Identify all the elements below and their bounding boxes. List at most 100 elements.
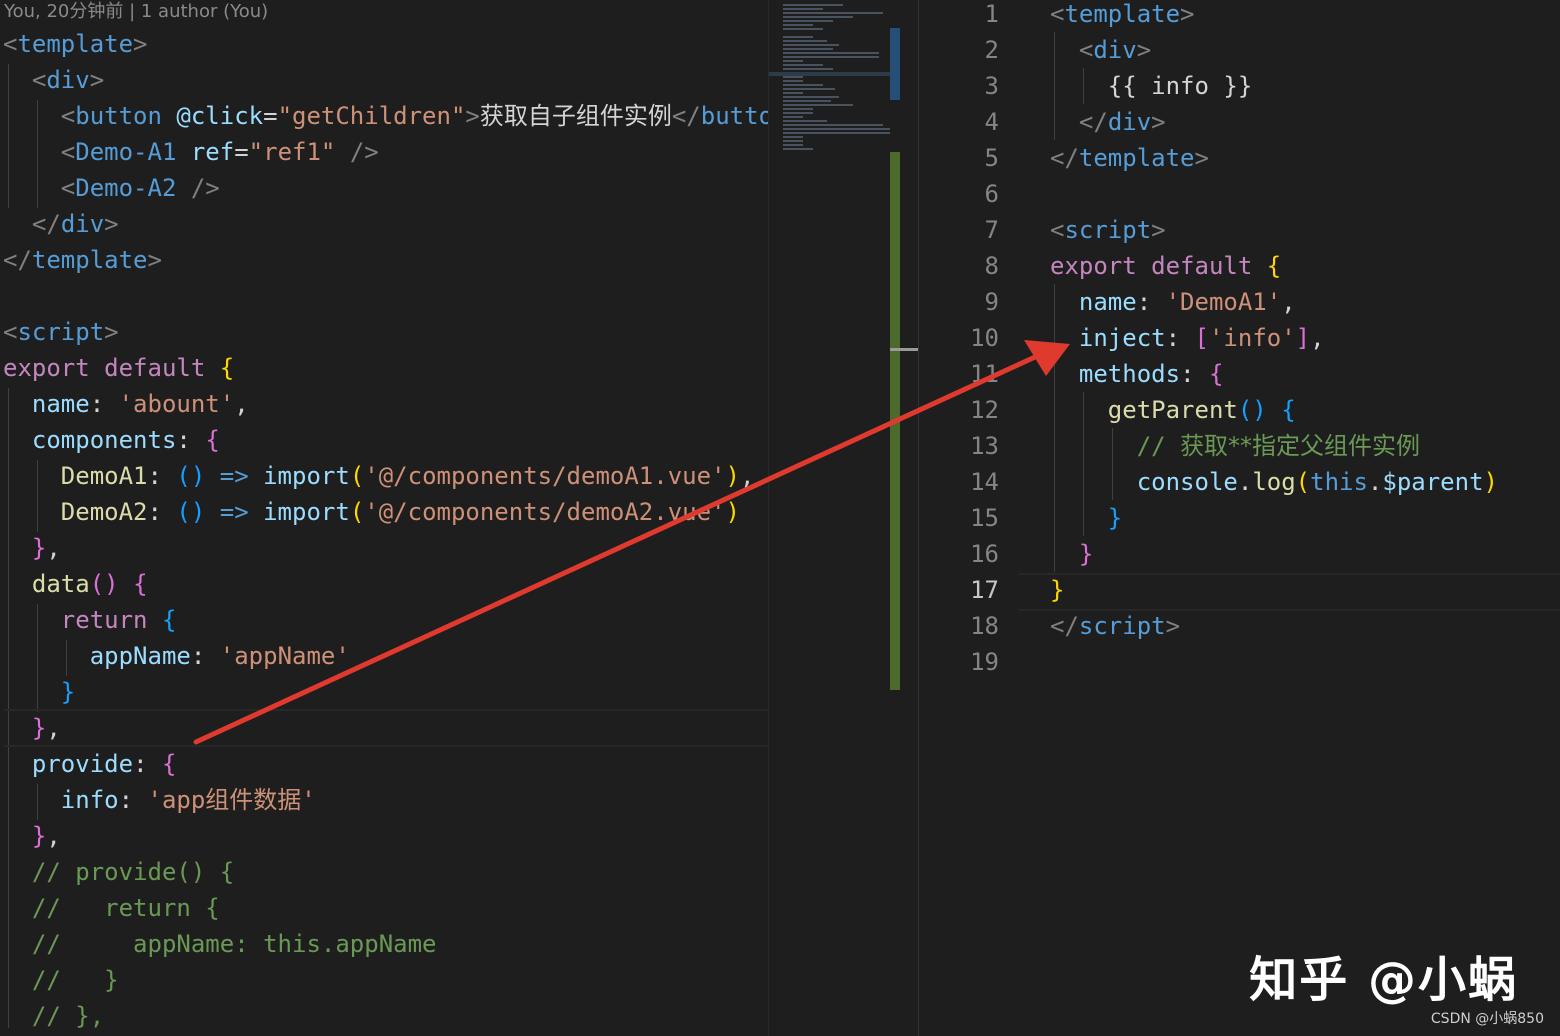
code-line[interactable]: <div> — [1050, 32, 1151, 68]
code-line[interactable]: info: 'app组件数据' — [3, 782, 316, 818]
minimap-line — [783, 28, 823, 30]
code-line[interactable]: }, — [3, 818, 61, 854]
code-token: { — [161, 606, 177, 634]
code-line[interactable]: <div> — [3, 62, 104, 98]
code-line[interactable]: name: 'DemoA1', — [1050, 284, 1296, 320]
code-line[interactable]: getParent() { — [1050, 392, 1296, 428]
code-line[interactable]: <button @click="getChildren">获取自子组件实例</b… — [3, 98, 768, 134]
code-line[interactable]: } — [1050, 572, 1064, 608]
code-line[interactable]: } — [3, 674, 75, 710]
code-line[interactable]: {{ info }} — [1050, 68, 1253, 104]
code-line[interactable]: <Demo-A1 ref="ref1" /> — [3, 134, 379, 170]
minimap-line — [783, 136, 803, 138]
code-line[interactable]: provide: { — [3, 746, 177, 782]
code-line[interactable]: } — [1050, 536, 1093, 572]
code-token: < — [60, 102, 76, 130]
minimap[interactable] — [768, 0, 891, 1036]
change-marker-added — [890, 152, 900, 690]
code-token: < — [1078, 36, 1094, 64]
code-line[interactable]: </script> — [1050, 608, 1180, 644]
code-line[interactable]: // }, — [3, 998, 104, 1034]
code-line[interactable]: // return { — [3, 890, 220, 926]
code-line[interactable]: }, — [3, 530, 61, 566]
minimap-line — [783, 20, 833, 22]
minimap-line — [783, 100, 831, 102]
line-number: 2 — [984, 36, 999, 64]
line-number: 11 — [970, 360, 999, 388]
code-line[interactable]: appName: 'appName' — [3, 638, 350, 674]
code-token: : — [147, 498, 177, 526]
code-token: : — [190, 642, 220, 670]
code-token: Demo-A1 — [75, 138, 177, 166]
code-line[interactable]: <template> — [1050, 0, 1195, 32]
code-line[interactable]: // 获取**指定父组件实例 — [1050, 428, 1420, 464]
code-line[interactable]: export default { — [3, 350, 234, 386]
code-line[interactable]: </template> — [3, 242, 162, 278]
code-line[interactable]: // appName: this.appName — [3, 926, 437, 962]
code-token: DemoA2 — [60, 498, 148, 526]
code-line[interactable]: </div> — [1050, 104, 1166, 140]
code-token: Demo-A2 — [75, 174, 177, 202]
code-token: ) — [725, 462, 740, 490]
overview-ruler[interactable] — [890, 0, 919, 1036]
minimap-line — [783, 60, 803, 62]
code-token: // — [1136, 432, 1181, 460]
code-line[interactable]: methods: { — [1050, 356, 1224, 392]
line-number: 15 — [970, 504, 999, 532]
minimap-line — [783, 116, 803, 118]
line-number: 7 — [984, 216, 999, 244]
code-line[interactable]: </template> — [1050, 140, 1209, 176]
code-token: div — [1107, 108, 1152, 136]
minimap-slider[interactable] — [769, 72, 891, 76]
code-line[interactable]: console.log(this.$parent) — [1050, 464, 1498, 500]
line-number: 4 — [984, 108, 999, 136]
code-line[interactable]: } — [1050, 500, 1122, 536]
code-line[interactable]: <script> — [1050, 212, 1166, 248]
scrollbar-thumb[interactable] — [890, 348, 918, 351]
code-token: , — [1281, 288, 1296, 316]
line-number: 10 — [970, 324, 999, 352]
code-line[interactable]: // } — [3, 962, 119, 998]
code-line[interactable]: <script> — [3, 314, 119, 350]
left-editor[interactable]: You, 20分钟前 | 1 author (You) <template> <… — [0, 0, 768, 1036]
code-token: < — [31, 66, 47, 94]
code-line[interactable]: // provide() { — [3, 854, 234, 890]
code-token: </ — [1050, 612, 1079, 640]
minimap-line — [783, 148, 813, 150]
right-editor[interactable]: 1 2 3 4 5 6 7 8 9 10 11 12 13 14 15 16 17 18 19 <template>… — [919, 0, 1560, 1036]
code-token: > — [133, 30, 148, 58]
minimap-line — [783, 48, 833, 50]
code-line[interactable]: data() { — [3, 566, 148, 602]
code-line[interactable]: DemoA2: () => import('@/components/demoA… — [3, 494, 740, 530]
code-token: </ — [1050, 144, 1079, 172]
code-line[interactable]: }, — [3, 710, 61, 746]
code-line[interactable]: DemoA1: () => import('@/components/demoA… — [3, 458, 755, 494]
code-line[interactable]: <Demo-A2 /> — [3, 170, 220, 206]
minimap-line — [783, 4, 843, 6]
code-line[interactable]: export default { — [1050, 248, 1281, 284]
code-line[interactable]: <template> — [3, 26, 148, 62]
code-line[interactable]: inject: ['info'], — [1050, 320, 1325, 356]
minimap-line — [783, 12, 883, 14]
code-token: > — [104, 210, 119, 238]
minimap-line — [783, 120, 827, 122]
code-line[interactable]: </div> — [3, 206, 119, 242]
code-line[interactable]: name: 'abount', — [3, 386, 249, 422]
code-token: getParent — [1107, 396, 1238, 424]
code-token: < — [3, 318, 18, 346]
code-line[interactable]: return { — [3, 602, 177, 638]
code-line[interactable]: components: { — [3, 422, 220, 458]
